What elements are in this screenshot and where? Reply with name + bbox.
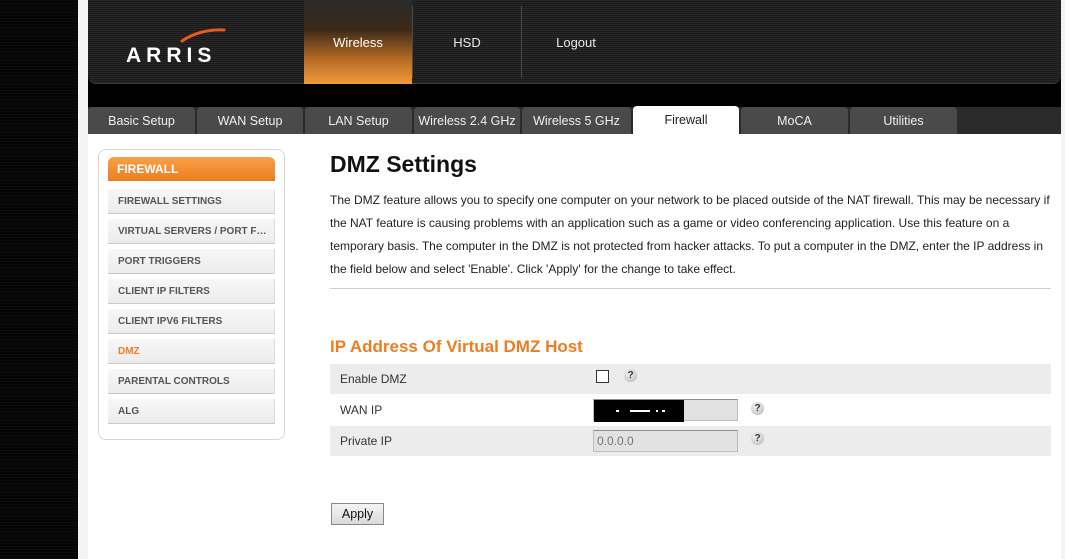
top-nav: Wireless HSD Logout	[304, 0, 630, 84]
help-icon[interactable]: ?	[751, 402, 764, 415]
wan-ip-row: WAN IP ?	[330, 395, 1051, 425]
tab-wan-setup[interactable]: WAN Setup	[197, 107, 303, 134]
tab-wireless-5[interactable]: Wireless 5 GHz	[522, 107, 631, 134]
tab-wireless-24[interactable]: Wireless 2.4 GHz	[414, 107, 520, 134]
help-icon[interactable]: ?	[624, 369, 637, 382]
arris-swoosh-icon	[180, 28, 226, 43]
tab-bar: Basic Setup WAN Setup LAN Setup Wireless…	[88, 106, 1061, 134]
tab-moca[interactable]: MoCA	[741, 107, 848, 134]
tab-firewall[interactable]: Firewall	[633, 106, 739, 134]
divider	[330, 288, 1051, 289]
sidebar-list: FIREWALL SETTINGS VIRTUAL SERVERS / PORT…	[108, 189, 275, 429]
apply-button[interactable]: Apply	[331, 503, 384, 525]
enable-dmz-label: Enable DMZ	[340, 372, 407, 386]
page-edge	[78, 0, 88, 559]
nav-logout[interactable]: Logout	[522, 0, 630, 84]
redacted-block	[594, 400, 684, 422]
wan-ip-field	[593, 399, 738, 422]
sidebar-item-dmz[interactable]: DMZ	[108, 339, 275, 364]
tab-basic-setup[interactable]: Basic Setup	[88, 107, 195, 134]
private-ip-input[interactable]	[593, 430, 738, 452]
tab-utilities[interactable]: Utilities	[850, 107, 957, 134]
router-admin-frame: ARRIS Wireless HSD Logout Basic Setup WA…	[88, 0, 1061, 559]
sidebar-item-firewall-settings[interactable]: FIREWALL SETTINGS	[108, 189, 275, 214]
private-ip-label: Private IP	[340, 434, 393, 448]
wan-ip-label: WAN IP	[340, 403, 383, 417]
help-icon[interactable]: ?	[751, 432, 764, 445]
sidebar-item-parental-controls[interactable]: PARENTAL CONTROLS	[108, 369, 275, 394]
private-ip-row: Private IP ?	[330, 426, 1051, 456]
page-description: The DMZ feature allows you to specify on…	[330, 193, 1050, 276]
page-edge-right	[1061, 0, 1065, 559]
sidebar-item-virtual-servers[interactable]: VIRTUAL SERVERS / PORT FORWARDING	[108, 219, 275, 244]
content-area: FIREWALL FIREWALL SETTINGS VIRTUAL SERVE…	[88, 134, 1061, 559]
enable-dmz-checkbox[interactable]	[596, 370, 609, 383]
page-title: DMZ Settings	[330, 151, 477, 177]
background-strip	[0, 0, 78, 559]
sidebar-item-port-triggers[interactable]: PORT TRIGGERS	[108, 249, 275, 274]
sidebar-heading: FIREWALL	[108, 157, 275, 181]
tab-lan-setup[interactable]: LAN Setup	[305, 107, 412, 134]
sidebar-item-client-ip-filters[interactable]: CLIENT IP FILTERS	[108, 279, 275, 304]
nav-wireless[interactable]: Wireless	[304, 0, 412, 84]
sidebar-item-client-ipv6-filters[interactable]: CLIENT IPV6 FILTERS	[108, 309, 275, 334]
header-bar: ARRIS Wireless HSD Logout	[88, 0, 1061, 84]
enable-dmz-row: Enable DMZ ?	[330, 364, 1051, 394]
section-title: IP Address Of Virtual DMZ Host	[330, 337, 583, 356]
sidebar-item-alg[interactable]: ALG	[108, 399, 275, 424]
firewall-sidebar: FIREWALL FIREWALL SETTINGS VIRTUAL SERVE…	[98, 149, 285, 440]
nav-hsd[interactable]: HSD	[413, 0, 521, 84]
arris-logo: ARRIS	[126, 44, 217, 67]
